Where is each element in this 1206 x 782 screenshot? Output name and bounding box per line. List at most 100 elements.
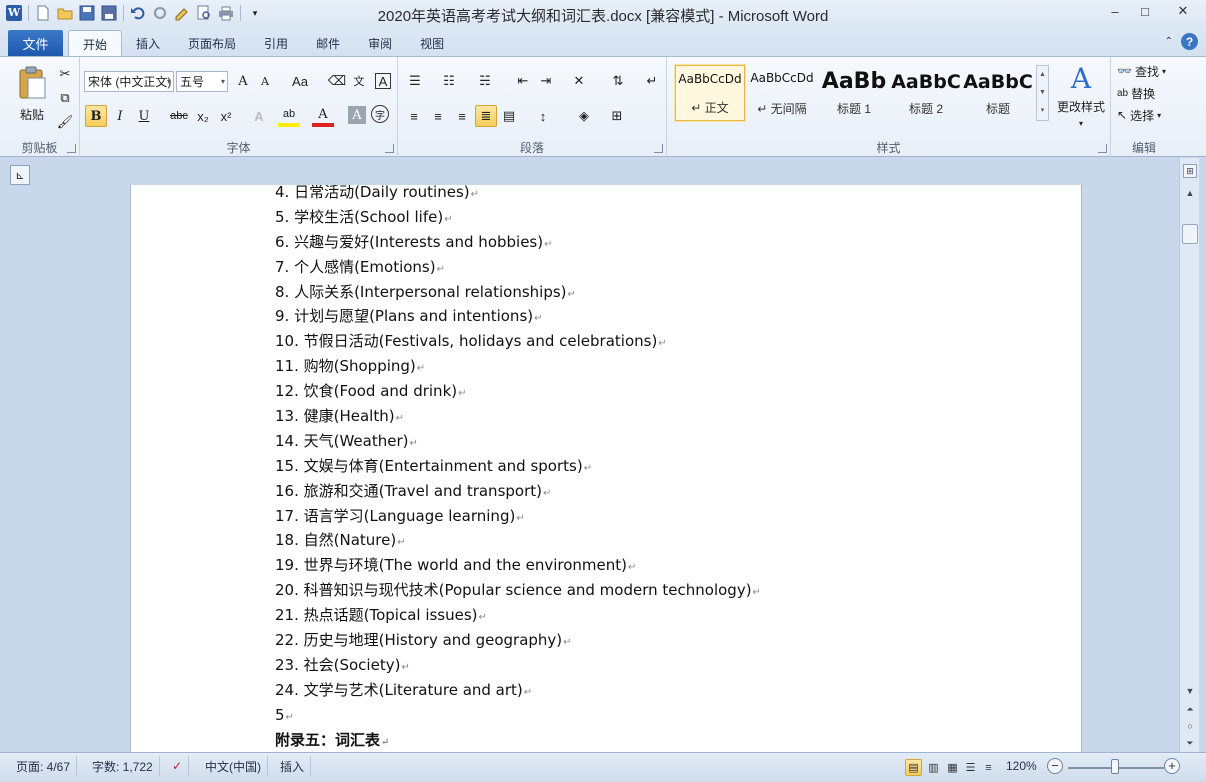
previous-page-icon[interactable]: ⏶	[1183, 702, 1197, 716]
paragraph-launcher-icon[interactable]	[654, 144, 663, 153]
document-page[interactable]: 4. 日常活动(Daily routines)↵ 5. 学校生活(School l…	[130, 185, 1082, 752]
proofing-icon[interactable]: ✓	[166, 756, 190, 776]
bold-button[interactable]: B	[85, 105, 107, 127]
asian-layout-icon[interactable]: ✕	[568, 70, 590, 92]
zoom-out-button[interactable]: −	[1047, 758, 1063, 774]
outline-view-icon[interactable]: ☰	[962, 759, 979, 776]
help-icon[interactable]: ?	[1181, 33, 1198, 50]
save-icon[interactable]	[79, 5, 95, 21]
word-count[interactable]: 字数: 1,722	[86, 756, 160, 776]
change-styles-button[interactable]: A 更改样式 ▾	[1053, 61, 1109, 131]
line-spacing-icon[interactable]: ↕	[532, 105, 554, 127]
style-title[interactable]: AaBbC 标题	[963, 65, 1033, 121]
undo-icon[interactable]	[130, 5, 146, 21]
decrease-indent-icon[interactable]: ⇤	[512, 70, 534, 92]
zoom-in-button[interactable]: +	[1164, 758, 1180, 774]
print-icon[interactable]	[218, 5, 234, 21]
copy-icon[interactable]: ⧉	[54, 87, 76, 109]
subscript-button[interactable]: x₂	[192, 105, 214, 127]
document-line[interactable]: 12. 饮食(Food and drink)↵	[275, 379, 761, 404]
print-preview-icon[interactable]	[196, 5, 212, 21]
tab-file[interactable]: 文件	[8, 30, 63, 57]
ruler-toggle-button[interactable]: ⊾	[10, 165, 30, 185]
open-folder-icon[interactable]	[57, 5, 73, 21]
redo-icon[interactable]	[152, 5, 168, 21]
zoom-slider-thumb[interactable]	[1111, 759, 1119, 774]
zoom-level[interactable]: 120%	[1000, 756, 1043, 776]
cut-icon[interactable]: ✂	[54, 63, 76, 85]
scroll-thumb[interactable]	[1182, 224, 1198, 244]
character-shading-button[interactable]: A	[348, 106, 366, 124]
bullets-icon[interactable]: ☰	[404, 70, 426, 92]
tab-mailings[interactable]: 邮件	[302, 30, 354, 57]
phonetic-guide-icon[interactable]: 文	[348, 70, 370, 92]
align-left-icon[interactable]: ≡	[403, 105, 425, 127]
save-as-icon[interactable]	[101, 5, 117, 21]
increase-indent-icon[interactable]: ⇥	[535, 70, 557, 92]
replace-button[interactable]: ab 替换	[1117, 83, 1155, 103]
style-normal[interactable]: AaBbCcDd ↵ 正文	[674, 64, 746, 122]
document-line[interactable]: 4. 日常活动(Daily routines)↵	[275, 185, 761, 205]
document-line[interactable]: 16. 旅游和交通(Travel and transport)↵	[275, 479, 761, 504]
browse-object-icon[interactable]: ○	[1183, 719, 1197, 733]
select-button[interactable]: ↖ 选择 ▾	[1117, 105, 1161, 125]
superscript-button[interactable]: x²	[215, 105, 237, 127]
tab-page-layout[interactable]: 页面布局	[174, 30, 250, 57]
document-body[interactable]: 4. 日常活动(Daily routines)↵ 5. 学校生活(School l…	[275, 185, 761, 752]
style-no-spacing[interactable]: AaBbCcDd ↵ 无间隔	[747, 65, 817, 121]
customize-icon[interactable]: ▾	[247, 5, 263, 21]
scroll-down-icon[interactable]: ▼	[1183, 684, 1197, 698]
minimize-ribbon-icon[interactable]: ⌃	[1165, 36, 1173, 47]
web-layout-icon[interactable]: ▦	[944, 759, 961, 776]
scroll-up-icon[interactable]: ▲	[1183, 186, 1197, 200]
align-right-icon[interactable]: ≡	[451, 105, 473, 127]
styles-gallery-scroll[interactable]: ▲ ▼ ▾	[1036, 65, 1049, 121]
find-button[interactable]: 👓 查找 ▾	[1117, 61, 1166, 81]
highlight-button[interactable]: ab	[278, 105, 300, 127]
print-layout-view-icon[interactable]: ▤	[905, 759, 922, 776]
next-page-icon[interactable]: ⏷	[1183, 736, 1197, 750]
vertical-scrollbar[interactable]: ⊞ ▲ ▼ ⏶ ○ ⏷	[1179, 158, 1199, 752]
document-line[interactable]: 14. 天气(Weather)↵	[275, 429, 761, 454]
grow-font-icon[interactable]: A	[232, 70, 254, 92]
document-line[interactable]: 10. 节假日活动(Festivals, holidays and celebr…	[275, 329, 761, 354]
format-painter-icon[interactable]: 🖌	[54, 111, 76, 133]
multilevel-list-icon[interactable]: ☵	[474, 70, 496, 92]
tab-view[interactable]: 视图	[406, 30, 458, 57]
language-indicator[interactable]: 中文(中国)	[199, 756, 268, 776]
draft-view-icon[interactable]: ≡	[980, 759, 997, 776]
sort-icon[interactable]: ⇅	[607, 70, 629, 92]
underline-button[interactable]: U	[133, 105, 155, 127]
ruler-view-icon[interactable]: ⊞	[1183, 164, 1197, 178]
clipboard-launcher-icon[interactable]	[67, 144, 76, 153]
text-effects-icon[interactable]: A	[248, 105, 270, 127]
document-line[interactable]: 24. 文学与艺术(Literature and art)↵	[275, 678, 761, 703]
appendix-heading[interactable]: 附录五：词汇表↵	[275, 728, 761, 752]
tab-references[interactable]: 引用	[250, 30, 302, 57]
format-painter-icon[interactable]	[174, 5, 190, 21]
insert-mode-indicator[interactable]: 插入	[274, 756, 312, 776]
document-line[interactable]: 5. 学校生活(School life)↵	[275, 205, 761, 230]
enclose-characters-button[interactable]: 字	[371, 105, 389, 123]
strikethrough-button[interactable]: abc	[166, 105, 192, 127]
tab-review[interactable]: 审阅	[354, 30, 406, 57]
document-line[interactable]: 21. 热点话题(Topical issues)↵	[275, 603, 761, 628]
page-count[interactable]: 页面: 4/67	[10, 756, 78, 776]
tab-insert[interactable]: 插入	[122, 30, 174, 57]
paste-button[interactable]: 粘贴	[12, 61, 52, 127]
tab-home[interactable]: 开始	[68, 30, 123, 57]
document-line[interactable]: 6. 兴趣与爱好(Interests and hobbies)↵	[275, 230, 761, 255]
align-center-icon[interactable]: ≡	[427, 105, 449, 127]
numbering-icon[interactable]: ☷	[438, 70, 460, 92]
font-name-combo[interactable]: 宋体 (中文正文) ▾	[84, 71, 174, 92]
document-line[interactable]: 13. 健康(Health)↵	[275, 404, 761, 429]
document-line[interactable]: 20. 科普知识与现代技术(Popular science and modern…	[275, 578, 761, 603]
document-line[interactable]: 8. 人际关系(Interpersonal relationships)↵	[275, 280, 761, 305]
styles-launcher-icon[interactable]	[1098, 144, 1107, 153]
full-screen-reading-icon[interactable]: ▥	[925, 759, 942, 776]
clear-formatting-icon[interactable]: ⌫	[326, 70, 348, 92]
character-border-icon[interactable]: A	[375, 73, 391, 89]
document-line[interactable]: 22. 历史与地理(History and geography)↵	[275, 628, 761, 653]
document-line[interactable]: 5↵	[275, 703, 761, 728]
show-marks-icon[interactable]: ↵	[641, 70, 663, 92]
